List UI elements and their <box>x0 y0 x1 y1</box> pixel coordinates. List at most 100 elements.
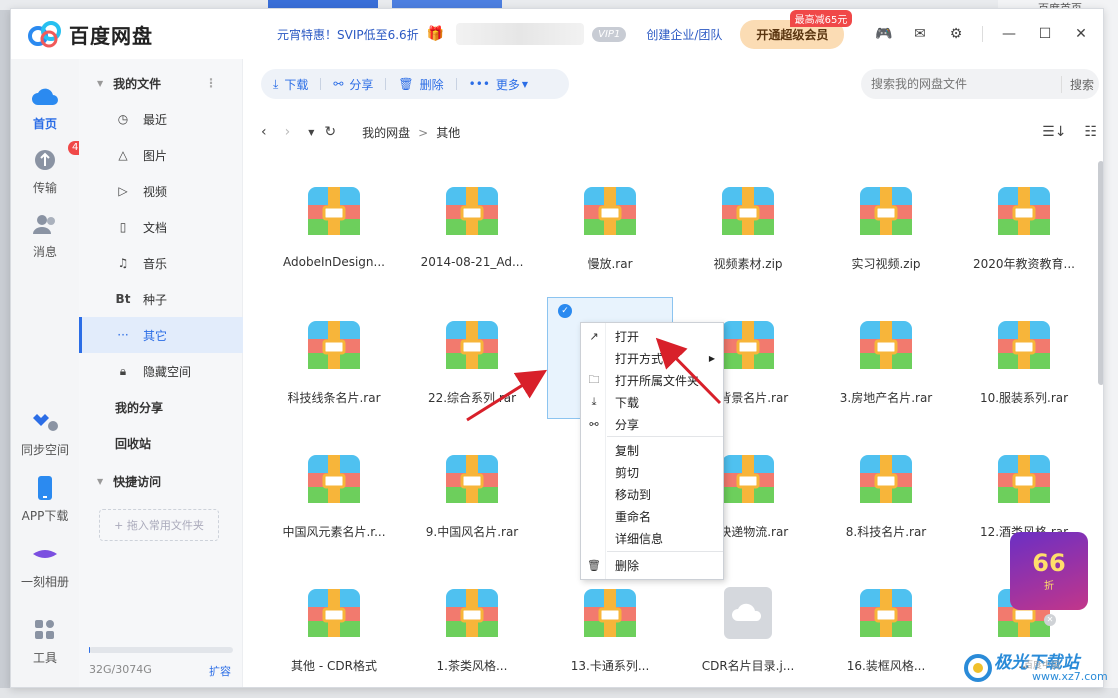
forward-icon[interactable]: › <box>285 124 291 140</box>
file-item[interactable]: 视频素材.zip <box>685 163 811 285</box>
caret-down-icon[interactable]: ▼ <box>97 79 103 88</box>
history-dropdown-icon[interactable]: ▼ <box>308 128 314 137</box>
sidebar-item-images[interactable]: △ 图片 <box>79 137 243 173</box>
file-item[interactable]: 9.中国风名片.rar <box>409 431 535 553</box>
file-item[interactable]: 慢放.rar <box>547 163 673 285</box>
delete-button[interactable]: 🗑︎ 删除 <box>386 76 455 93</box>
sidebar-item-videos[interactable]: ▷ 视频 <box>79 173 243 209</box>
file-item[interactable]: 1.茶类风格... <box>409 565 535 687</box>
menu-item-label: 下载 <box>615 395 640 410</box>
folder-icon: 🗀 <box>588 372 600 386</box>
quick-access-dropzone[interactable]: + 拖入常用文件夹 <box>99 509 219 541</box>
sidebar-item-label: 种子 <box>143 292 168 307</box>
sidebar-my-share[interactable]: 我的分享 <box>79 389 243 425</box>
promo-close-icon[interactable]: ✕ <box>1044 614 1056 626</box>
menu-item-open[interactable]: ↗ 打开 <box>581 325 723 347</box>
submenu-arrow-icon: ▶ <box>708 353 715 363</box>
sidebar-group-my-files[interactable]: ▼ 我的文件 ⋮ <box>79 65 243 101</box>
scrollbar-thumb[interactable] <box>1098 161 1103 385</box>
sidebar-item-other[interactable]: ··· 其它 <box>79 317 243 353</box>
transfer-icon: 48 <box>30 141 89 175</box>
menu-item-details[interactable]: 详细信息 <box>581 527 723 549</box>
file-name: 8.科技名片.rar <box>845 525 927 539</box>
scrollbar[interactable] <box>1097 155 1103 687</box>
list-view-icon[interactable]: ☷ <box>1084 124 1097 140</box>
gift-icon[interactable]: 🎁 <box>427 26 444 42</box>
file-item[interactable]: 16.装框风格... <box>823 565 949 687</box>
file-item[interactable]: 13.卡通系列... <box>547 565 673 687</box>
expand-storage-link[interactable]: 扩容 <box>209 663 231 679</box>
menu-item-label: 打开方式 <box>615 351 664 366</box>
sort-icon[interactable]: ☰↓ <box>1042 124 1066 140</box>
nav-app-download[interactable]: APP下载 <box>11 473 79 524</box>
file-item[interactable]: 10.服装系列.rar <box>961 297 1087 419</box>
menu-item-cut[interactable]: 剪切 <box>581 461 723 483</box>
more-button[interactable]: ••• 更多 ▼ <box>457 76 540 93</box>
more-vertical-icon[interactable]: ⋮ <box>205 76 217 90</box>
file-item[interactable]: 3.房地产名片.rar <box>823 297 949 419</box>
file-name: 10.服装系列.rar <box>979 391 1069 405</box>
file-name: 1.茶类风格... <box>436 659 508 673</box>
download-button[interactable]: ⤓ 下载 <box>261 76 320 93</box>
sidebar-item-documents[interactable]: ▯ 文档 <box>79 209 243 245</box>
share-button[interactable]: ⚯ 分享 <box>321 76 385 93</box>
nav-tools-label: 工具 <box>32 651 57 665</box>
file-item[interactable]: 8.科技名片.rar <box>823 431 949 553</box>
sidebar-item-label: 最近 <box>143 112 168 127</box>
discount-promo-widget[interactable]: 66 折 <box>1010 532 1088 610</box>
sidebar-group-quick-access[interactable]: ▼ 快捷访问 <box>79 463 243 499</box>
nav-transfer[interactable]: 48 传输 <box>11 141 89 196</box>
app-logo[interactable]: 百度网盘 <box>27 20 153 49</box>
menu-item-move-to[interactable]: 移动到 <box>581 483 723 505</box>
file-item[interactable]: 中国风元素名片.r... <box>271 431 397 553</box>
search-input[interactable] <box>871 77 1061 91</box>
nav-sync[interactable]: 同步空间 <box>11 407 79 458</box>
nav-tools[interactable]: 工具 <box>11 615 79 666</box>
nav-moment-album[interactable]: 一刻相册 <box>11 539 79 590</box>
promo-link[interactable]: 元宵特惠！SVIP低至6.6折 <box>277 26 419 43</box>
promo-discount-suffix: 折 <box>1044 580 1054 592</box>
breadcrumb-current: 其他 <box>436 125 461 140</box>
file-item[interactable]: 2020年教资教育... <box>961 163 1087 285</box>
open-svip-button[interactable]: 开通超级会员 最高减65元 <box>740 9 853 49</box>
caret-down-icon[interactable]: ▼ <box>97 477 103 486</box>
mail-icon[interactable]: ✉ <box>910 24 930 44</box>
file-name: 3.房地产名片.rar <box>839 391 933 405</box>
search-button[interactable]: 搜索 <box>1061 75 1094 93</box>
menu-item-rename[interactable]: 重命名 <box>581 505 723 527</box>
menu-item-share[interactable]: ⚯ 分享 <box>581 413 723 435</box>
share-icon: ⚯ <box>333 77 344 91</box>
file-name: 2014-08-21_Ad... <box>420 255 524 269</box>
nav-messages[interactable]: 消息 <box>11 209 79 260</box>
checkmark-icon[interactable]: ✓ <box>558 304 572 318</box>
create-team-link[interactable]: 创建企业/团队 <box>646 26 722 43</box>
file-item[interactable]: 22.综合系列.rar <box>409 297 535 419</box>
menu-item-open-folder[interactable]: 🗀 打开所属文件夹 <box>581 369 723 391</box>
sidebar-item-hidden-space[interactable]: 🔒︎ 隐藏空间 <box>79 353 243 389</box>
sidebar-item-torrents[interactable]: Bt 种子 <box>79 281 243 317</box>
gamepad-icon[interactable]: 🎮 <box>874 24 894 44</box>
breadcrumb-root[interactable]: 我的网盘 <box>362 126 410 140</box>
file-item[interactable]: 实习视频.zip <box>823 163 949 285</box>
nav-home[interactable]: 首页 <box>11 81 79 132</box>
background-taskbar <box>0 688 1118 698</box>
sidebar-item-music[interactable]: ♫ 音乐 <box>79 245 243 281</box>
maximize-icon[interactable]: ☐ <box>1035 24 1055 44</box>
close-icon[interactable]: ✕ <box>1071 24 1091 44</box>
menu-item-delete[interactable]: 🗑︎ 删除 <box>581 554 723 576</box>
menu-item-download[interactable]: ⤓ 下载 <box>581 391 723 413</box>
trash-icon: 🗑︎ <box>587 558 601 572</box>
back-icon[interactable]: ‹ <box>261 124 267 140</box>
file-item[interactable]: 其他 - CDR格式 <box>271 565 397 687</box>
minimize-icon[interactable]: — <box>999 24 1019 44</box>
refresh-icon[interactable]: ↻ <box>324 124 336 140</box>
file-item[interactable]: CDR名片目录.j... <box>685 565 811 687</box>
menu-item-open-with[interactable]: 打开方式 ▶ <box>581 347 723 369</box>
sidebar-item-recent[interactable]: ◷ 最近 <box>79 101 243 137</box>
file-item[interactable]: AdobeInDesign... <box>271 163 397 285</box>
menu-item-copy[interactable]: 复制 <box>581 439 723 461</box>
file-item[interactable]: 2014-08-21_Ad... <box>409 163 535 285</box>
file-item[interactable]: 科技线条名片.rar <box>271 297 397 419</box>
sidebar-recycle-bin[interactable]: 回收站 <box>79 425 243 461</box>
settings-icon[interactable]: ⚙ <box>946 24 966 44</box>
